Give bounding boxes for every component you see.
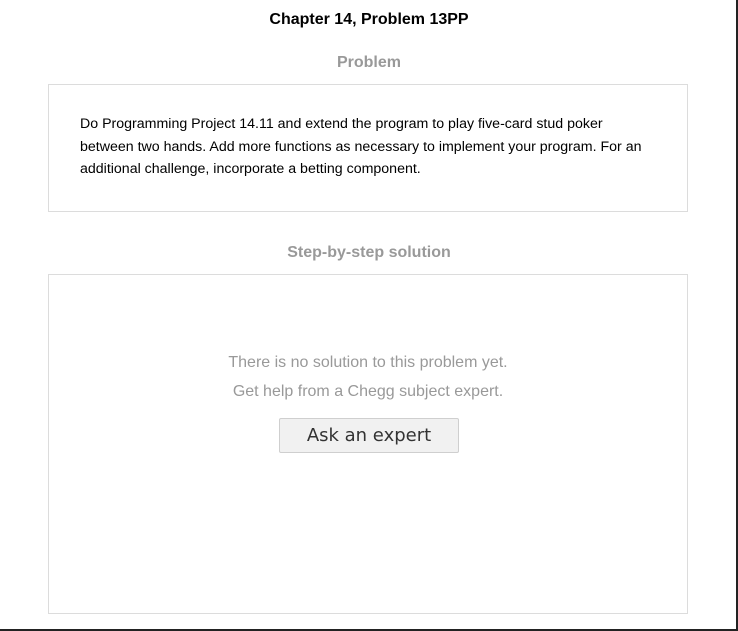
- page-title: Chapter 14, Problem 13PP: [269, 11, 469, 28]
- solution-heading: Step-by-step solution: [287, 244, 451, 261]
- ask-expert-button[interactable]: Ask an expert: [279, 418, 459, 453]
- problem-box: Do Programming Project 14.11 and extend …: [48, 84, 688, 212]
- no-solution-message: There is no solution to this problem yet…: [228, 354, 508, 371]
- solution-box: There is no solution to this problem yet…: [48, 274, 688, 614]
- problem-heading: Problem: [336, 54, 401, 71]
- expert-help-message: Get help from a Chegg subject expert.: [232, 383, 504, 400]
- problem-text: Do Programming Project 14.11 and extend …: [80, 116, 642, 177]
